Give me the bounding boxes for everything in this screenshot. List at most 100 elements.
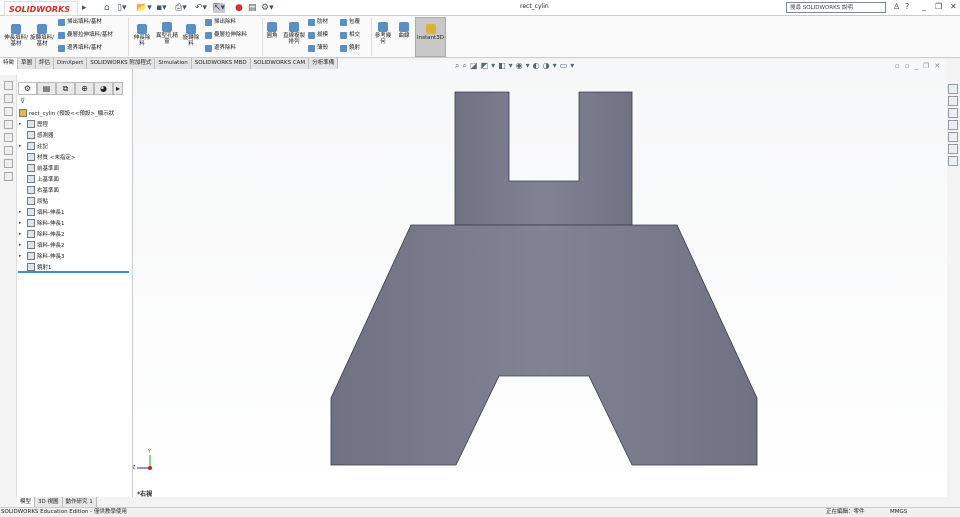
swept-cut-button[interactable]: 掃出除料 — [205, 19, 236, 26]
expand-icon[interactable]: ▸ — [19, 121, 25, 127]
tree-item[interactable]: 材質 <未指定> — [19, 152, 75, 162]
help-icon[interactable]: ? — [905, 2, 909, 11]
tool-icon[interactable] — [4, 120, 13, 129]
graphics-viewport[interactable] — [133, 60, 947, 497]
fillet-button[interactable]: 圓角 — [264, 22, 280, 39]
expand-icon[interactable]: ▸ — [19, 143, 25, 149]
configuration-tab-icon[interactable]: ⧉ — [56, 82, 75, 95]
shell-button[interactable]: 薄殼 — [308, 45, 328, 52]
rib-button[interactable]: 肋材 — [308, 19, 328, 26]
user-icon[interactable]: ♙ — [893, 2, 900, 11]
options-gear-icon[interactable]: ⚙▾ — [261, 3, 274, 13]
wrap-button[interactable]: 包覆 — [340, 19, 360, 26]
filter-icon[interactable]: ⊽ — [20, 97, 25, 105]
file-properties-icon[interactable]: ▤ — [248, 3, 257, 13]
tree-item[interactable]: 原點 — [19, 196, 48, 206]
part-model[interactable] — [133, 60, 947, 497]
tool-icon[interactable] — [4, 159, 13, 168]
menu-expand-icon[interactable]: ▸ — [82, 3, 87, 13]
tab-motion-study[interactable]: 動作研究 1 — [62, 497, 97, 507]
reference-geometry-button[interactable]: 參考幾何 — [373, 22, 393, 45]
appearances-icon[interactable] — [948, 132, 958, 142]
tool-icon[interactable] — [4, 94, 13, 103]
home-icon[interactable]: ⌂ — [104, 3, 110, 13]
tree-item[interactable]: ▸ 填料-伸長1 — [19, 207, 64, 217]
tab-analysis-prep[interactable]: 分析準備 — [309, 58, 339, 69]
tree-item[interactable]: 右基準面 — [19, 185, 59, 195]
solidworks-logo[interactable]: SOLIDWORKS — [4, 1, 78, 16]
tool-icon[interactable] — [4, 133, 13, 142]
save-icon[interactable]: ▪▾ — [156, 3, 167, 13]
expand-icon[interactable]: ▸ — [19, 253, 25, 259]
tree-item[interactable]: 上基準面 — [19, 174, 59, 184]
expand-icon[interactable]: ▸ — [19, 220, 25, 226]
tab-addins[interactable]: SOLIDWORKS 附加程式 — [87, 58, 156, 69]
tool-icon[interactable] — [4, 107, 13, 116]
intersect-button[interactable]: 相交 — [340, 32, 360, 39]
restore-button[interactable]: ❐ — [935, 2, 942, 11]
design-library-icon[interactable] — [948, 96, 958, 106]
custom-properties-icon[interactable] — [948, 144, 958, 154]
extruded-boss-button[interactable]: 伸長填料/基材 — [4, 24, 28, 47]
tree-item[interactable]: ▸ 歷程 — [19, 119, 48, 129]
property-manager-tab-icon[interactable]: ▤ — [37, 82, 56, 95]
rebuild-icon[interactable]: ● — [235, 3, 243, 13]
tree-root[interactable]: rect_cylin (預設<<預設>_顯示狀 — [19, 108, 114, 118]
tree-item[interactable]: ▸ 填料-伸長2 — [19, 240, 64, 250]
hole-wizard-button[interactable]: 異型孔精靈 — [155, 22, 179, 45]
tree-item[interactable]: 感測器 — [19, 130, 54, 140]
minimize-button[interactable]: _ — [922, 2, 926, 11]
boundary-boss-button[interactable]: 邊界填料/基材 — [58, 45, 102, 52]
display-manager-tab-icon[interactable]: ◕ — [94, 82, 113, 95]
resources-icon[interactable] — [948, 84, 958, 94]
tab-3d-views[interactable]: 3D 視圖 — [35, 497, 63, 507]
heads-up-view-toolbar[interactable]: ⌕⌕◪◩▾◧▾◉▾◐◑▾▭▾ — [455, 61, 577, 71]
view-palette-icon[interactable] — [948, 120, 958, 130]
revolved-boss-button[interactable]: 旋轉填料/基材 — [30, 24, 54, 47]
open-file-icon[interactable]: 📂▾ — [136, 3, 152, 13]
tab-evaluate[interactable]: 評估 — [36, 58, 55, 69]
tree-item[interactable]: ▸ 除料-伸長2 — [19, 229, 64, 239]
tool-icon[interactable] — [4, 146, 13, 155]
draft-button[interactable]: 拔模 — [308, 32, 328, 39]
tool-icon[interactable] — [4, 81, 13, 90]
close-button[interactable]: ✕ — [950, 2, 957, 11]
swept-boss-button[interactable]: 掃出填料/基材 — [58, 19, 102, 26]
tool-icon[interactable] — [4, 172, 13, 181]
print-icon[interactable]: ⎙▾ — [175, 3, 187, 13]
tab-features[interactable]: 特徵 — [0, 58, 19, 69]
mirror-button[interactable]: 鏡射 — [340, 45, 360, 52]
undo-icon[interactable]: ↶▾ — [195, 3, 207, 13]
file-explorer-icon[interactable] — [948, 108, 958, 118]
tab-dimxpert[interactable]: DimXpert — [54, 58, 88, 69]
tab-cam[interactable]: SOLIDWORKS CAM — [250, 58, 310, 69]
tabs-scroll-icon[interactable]: ▸ — [113, 82, 123, 95]
lofted-cut-button[interactable]: 疊層拉伸除料 — [205, 32, 247, 39]
rollback-bar[interactable] — [18, 271, 129, 273]
expand-icon[interactable]: ▸ — [19, 242, 25, 248]
tab-mbd[interactable]: SOLIDWORKS MBD — [191, 58, 251, 69]
tree-item[interactable]: ▸ 註記 — [19, 141, 48, 151]
instant3d-button[interactable]: Instant3D — [415, 17, 446, 57]
tree-item[interactable]: 前基準面 — [19, 163, 59, 173]
tree-item[interactable]: ▸ 除料-伸長1 — [19, 218, 64, 228]
tab-model[interactable]: 模型 — [17, 497, 36, 507]
tab-simulation[interactable]: Simulation — [155, 58, 192, 69]
expand-icon[interactable]: ▸ — [19, 231, 25, 237]
tree-item[interactable]: ▸ 除料-伸長3 — [19, 251, 64, 261]
lofted-boss-button[interactable]: 疊層拉伸填料/基材 — [58, 32, 113, 39]
linear-pattern-button[interactable]: 直線複製排列 — [283, 22, 305, 45]
boundary-cut-button[interactable]: 邊界除料 — [205, 45, 236, 52]
curves-button[interactable]: 曲線 — [396, 22, 412, 39]
revolved-cut-button[interactable]: 旋轉除料 — [181, 24, 201, 47]
new-file-icon[interactable]: ▯▾ — [117, 3, 126, 13]
forum-icon[interactable] — [948, 156, 958, 166]
tab-sketch[interactable]: 草圖 — [18, 58, 37, 69]
select-icon[interactable]: ⇱▾ — [213, 3, 226, 13]
help-search-input[interactable]: 搜尋 SOLIDWORKS 說明 — [786, 2, 886, 13]
expand-icon[interactable]: ▸ — [19, 209, 25, 215]
extruded-cut-button[interactable]: 伸長除料 — [132, 24, 152, 47]
feature-tree-tab-icon[interactable]: ⚙ — [18, 82, 37, 95]
dimxpert-tab-icon[interactable]: ⊕ — [75, 82, 94, 95]
viewport-window-controls[interactable]: ▫▫_❐✕ — [895, 62, 945, 70]
